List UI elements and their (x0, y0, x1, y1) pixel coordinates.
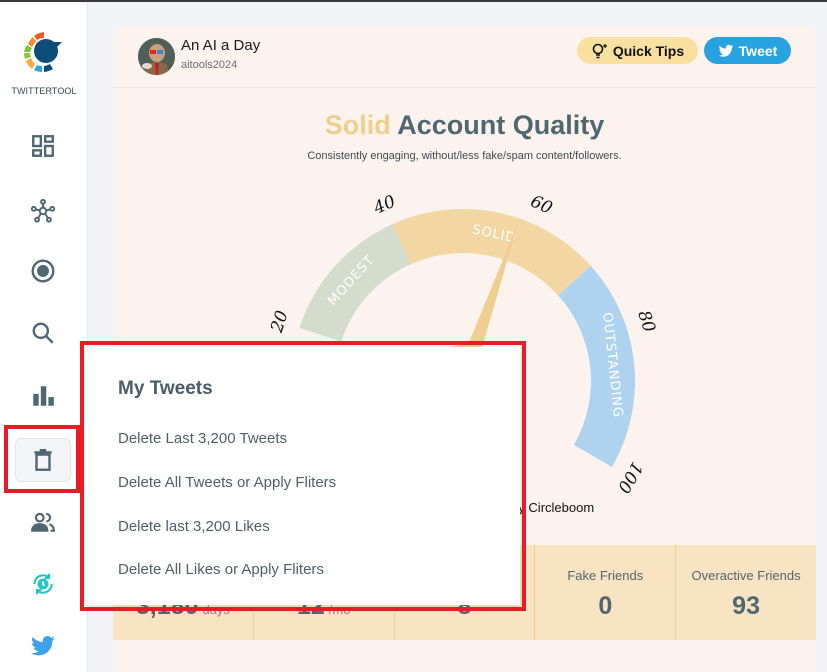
menu-title: My Tweets (118, 378, 213, 399)
sidebar-item-friends[interactable] (15, 500, 71, 544)
trash-icon (34, 449, 52, 471)
profile-name: An AI a Day (181, 37, 261, 54)
menu-item-delete-last-tweets[interactable]: Delete Last 3,200 Tweets (118, 430, 287, 447)
sidebar-item-target[interactable] (15, 249, 71, 293)
gauge-tick-label: 100 (613, 458, 647, 496)
stat-cell: Overactive Friends 93 (676, 545, 816, 640)
stat-cell: Fake Friends 0 (535, 545, 677, 640)
window-top-edge (0, 0, 827, 2)
sidebar-item-search[interactable] (15, 311, 71, 355)
quality-title: Solid Account Quality (113, 110, 816, 141)
stat-label: Overactive Friends (691, 568, 801, 583)
sidebar: TWITTERTOOL (0, 2, 88, 672)
users-icon (31, 512, 55, 532)
lightbulb-sparkle-icon (592, 43, 607, 58)
logo-icon (24, 32, 62, 72)
gauge-band-solid (393, 209, 591, 296)
menu-item-delete-last-likes[interactable]: Delete last 3,200 Likes (118, 518, 270, 535)
my-tweets-menu: My Tweets Delete Last 3,200 Tweets Delet… (86, 347, 520, 605)
menu-item-delete-all-likes[interactable]: Delete All Likes or Apply Fliters (118, 561, 324, 578)
sidebar-item-scheduler[interactable] (15, 562, 71, 606)
sidebar-item-network[interactable] (15, 189, 71, 233)
profile-handle: aitools2024 (181, 59, 238, 71)
sidebar-item-analytics[interactable] (15, 374, 71, 418)
gauge-tick-label: 60 (527, 192, 555, 219)
network-icon (30, 198, 56, 223)
menu-item-delete-all-tweets[interactable]: Delete All Tweets or Apply Fliters (118, 474, 336, 491)
clock-sync-icon (33, 573, 53, 595)
stat-value: 93 (732, 592, 760, 620)
bar-chart-icon (33, 386, 54, 406)
twitter-bird-icon (31, 636, 55, 656)
tweet-button[interactable]: Tweet (704, 37, 791, 64)
sidebar-item-delete[interactable] (15, 438, 71, 482)
quality-subtitle: Consistently engaging, without/less fake… (307, 150, 622, 162)
sidebar-item-dashboard[interactable] (15, 124, 71, 168)
avatar-image-icon (138, 38, 175, 75)
quick-tips-label: Quick Tips (612, 42, 685, 59)
app-logo-text: TWITTERTOOL (11, 86, 77, 96)
avatar[interactable] (138, 38, 175, 75)
gauge-tick-label: 40 (370, 192, 399, 220)
search-icon (32, 322, 54, 344)
radio-target-icon (31, 259, 55, 283)
stat-value: 0 (598, 592, 613, 620)
quick-tips-button[interactable]: Quick Tips (577, 37, 698, 64)
gauge-tick-label: 80 (633, 308, 659, 335)
card-header: An AI a Day aitools2024 Quick Tips Tweet (113, 26, 816, 88)
dashboard-icon (32, 135, 54, 157)
sidebar-item-twitter[interactable] (15, 624, 71, 668)
gauge-tick-label: 20 (267, 308, 293, 336)
tweet-label: Tweet (738, 42, 778, 59)
quality-level: Solid (324, 110, 391, 140)
stat-label: Fake Friends (567, 568, 644, 583)
quality-title-rest: Account Quality (397, 110, 605, 140)
gauge-band-outstanding (558, 265, 635, 467)
twitter-bird-icon (718, 44, 734, 57)
